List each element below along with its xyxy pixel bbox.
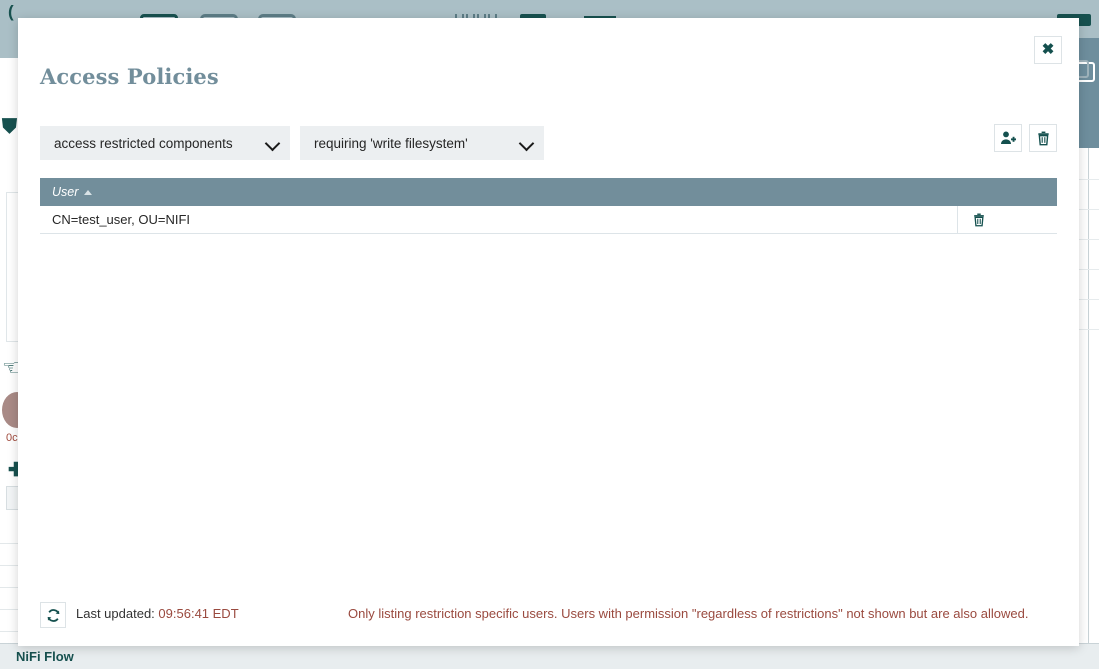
column-header-user-label: User	[52, 185, 79, 199]
policy-scope-select[interactable]: access restricted components	[40, 126, 290, 160]
cell-user: CN=test_user, OU=NIFI	[52, 212, 190, 227]
policy-filter-row: access restricted components requiring '…	[40, 126, 1057, 160]
page-title: Access Policies	[40, 64, 219, 89]
policy-action-select[interactable]: requiring 'write filesystem'	[300, 126, 544, 160]
policy-scope-value: access restricted components	[54, 135, 233, 151]
close-icon[interactable]: ✖	[1034, 36, 1062, 64]
trash-icon	[1037, 131, 1049, 145]
chevron-down-icon	[266, 136, 280, 150]
column-header-user[interactable]: User	[52, 185, 93, 199]
breadcrumb-nifi-flow[interactable]: NiFi Flow	[16, 649, 74, 664]
last-updated-label: Last updated:	[76, 606, 155, 621]
table-row[interactable]: CN=test_user, OU=NIFI	[40, 206, 1057, 234]
refresh-icon	[47, 608, 59, 622]
policy-table-header: User	[40, 178, 1057, 206]
last-updated-value: 09:56:41 EDT	[158, 606, 239, 621]
add-user-button[interactable]	[994, 124, 1022, 152]
breadcrumb-bar: NiFi Flow	[0, 643, 1099, 669]
refresh-button[interactable]	[40, 602, 66, 628]
policy-table: User CN=test_user, OU=NIFI	[40, 178, 1057, 234]
right-panel-strip	[1077, 38, 1099, 148]
delete-policy-button[interactable]	[1029, 124, 1057, 152]
dialog-footer: Last updated: 09:56:41 EDT Only listing …	[40, 602, 1057, 632]
chevron-down-icon	[520, 136, 534, 150]
policy-action-buttons	[994, 124, 1057, 152]
cell-actions	[957, 206, 1057, 233]
policy-action-value: requiring 'write filesystem'	[314, 135, 468, 151]
at-sign-icon: ⛊	[2, 116, 17, 138]
restriction-note: Only listing restriction specific users.…	[348, 606, 1029, 621]
last-updated: Last updated: 09:56:41 EDT	[76, 606, 239, 621]
add-user-icon	[1001, 131, 1016, 144]
sort-ascending-icon	[84, 189, 93, 195]
delete-row-button[interactable]	[972, 213, 986, 227]
access-policies-dialog: Access Policies ✖ access restricted comp…	[18, 18, 1079, 646]
dialog-header: Access Policies ✖	[18, 18, 1079, 96]
gauge-value-label: 0c	[6, 432, 18, 444]
trash-icon	[974, 213, 984, 226]
